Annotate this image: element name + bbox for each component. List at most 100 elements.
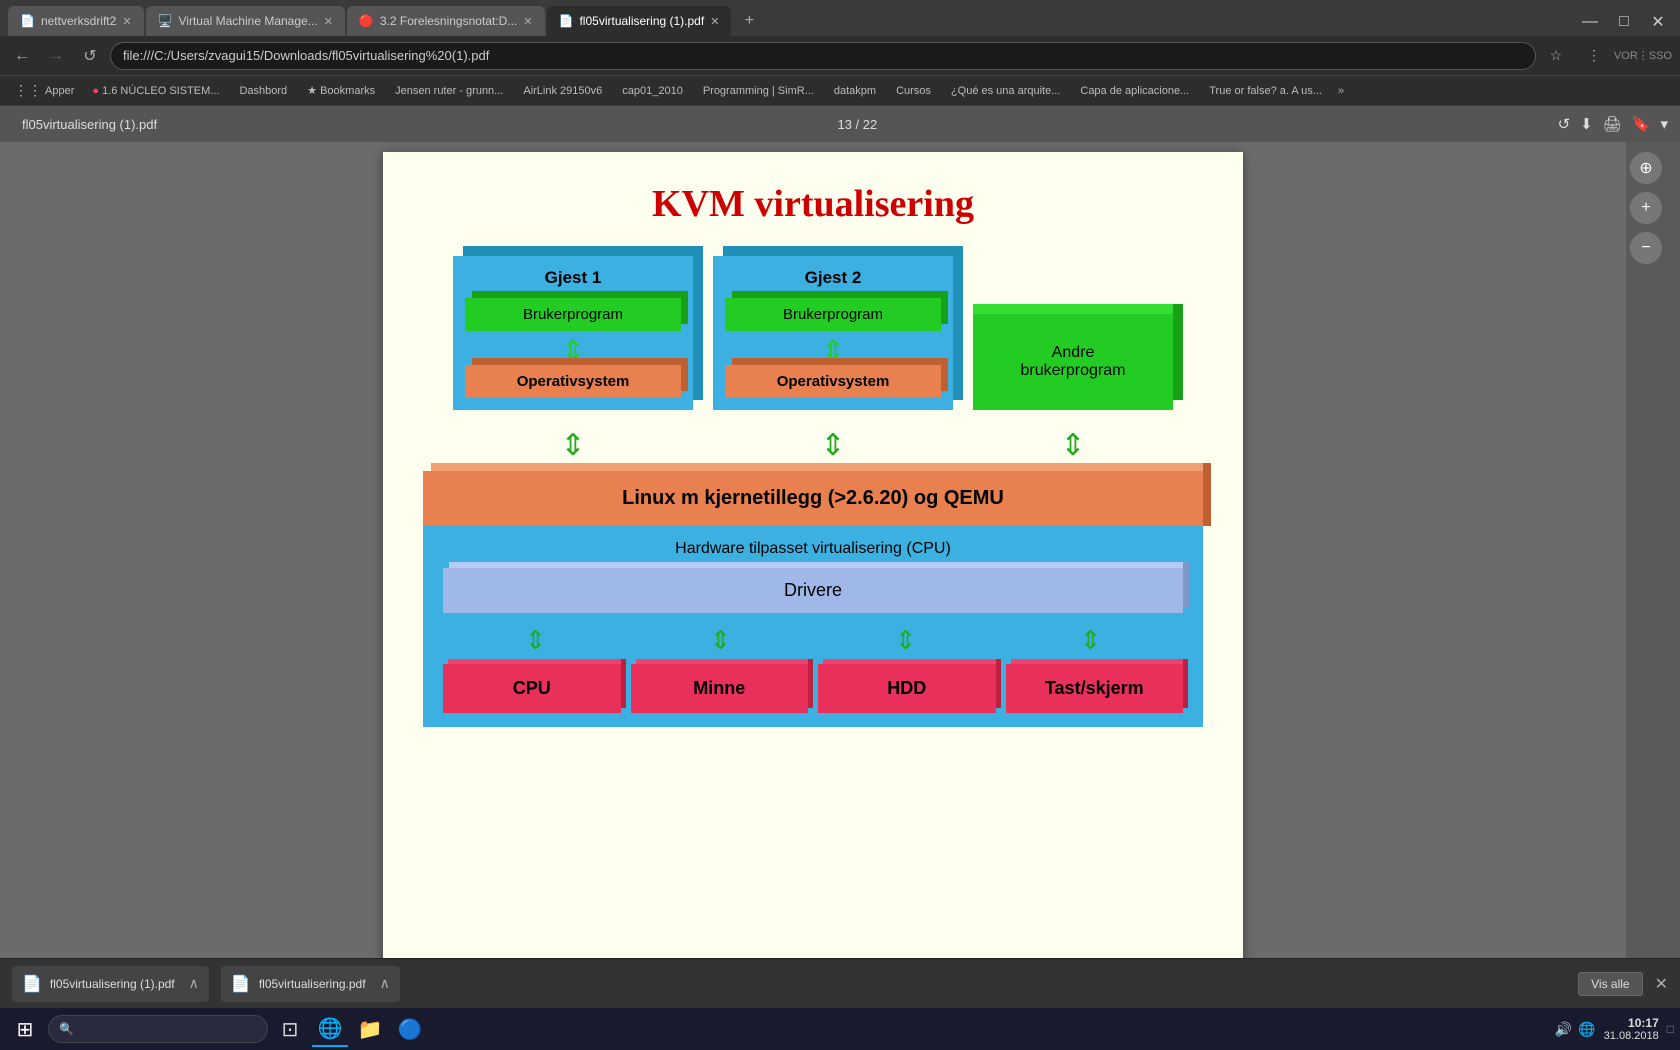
tab-favicon: 📄 bbox=[20, 14, 35, 28]
tab-close[interactable]: ✕ bbox=[523, 15, 532, 28]
scrollbar[interactable] bbox=[1666, 142, 1680, 958]
cast-icon[interactable]: ⋮ bbox=[1580, 42, 1608, 70]
tab-label: nettverksdrift2 bbox=[41, 14, 116, 28]
bookmark-star-icon[interactable]: ☆ bbox=[1542, 42, 1570, 70]
content-area: KVM virtualisering Gjest 1 bbox=[0, 142, 1680, 958]
zoom-in-button[interactable]: + bbox=[1630, 192, 1662, 224]
hw-arrow-hdd: ⇕ bbox=[895, 625, 917, 656]
date: 31.08.2018 bbox=[1604, 1030, 1659, 1042]
bookmark-arquitecte[interactable]: ¿Qué es una arquite... bbox=[943, 83, 1068, 99]
andre-face: Andrebrukerprogram bbox=[973, 314, 1173, 410]
tab-close[interactable]: ✕ bbox=[710, 15, 719, 28]
guest1-container: Gjest 1 Brukerprogram ⇕ bbox=[453, 256, 693, 410]
arrow-cell-2: ⇕ bbox=[713, 428, 953, 463]
hw-components-row: CPU Minne HDD Tast/skjerm bbox=[443, 664, 1183, 713]
bookmark-bookmarks[interactable]: ★ Bookmarks bbox=[299, 82, 383, 99]
new-tab-button[interactable]: + bbox=[733, 6, 765, 36]
download-name-1: fl05virtualisering (1).pdf bbox=[50, 977, 175, 991]
pdf-print-button[interactable]: 🖨 bbox=[1603, 115, 1622, 133]
taskbar-chrome[interactable]: 🌐 bbox=[312, 1011, 348, 1047]
guest1-brukerprogram: Brukerprogram bbox=[465, 298, 681, 331]
bookmarks-more[interactable]: » bbox=[1338, 85, 1344, 97]
tab-forelesning[interactable]: 🔴 3.2 Forelesningsnotat:D... ✕ bbox=[347, 6, 545, 36]
drivers-box: Drivere bbox=[443, 568, 1183, 613]
tab-virtual-machine[interactable]: 🖥️ Virtual Machine Manage... ✕ bbox=[146, 6, 345, 36]
bookmark-airlink[interactable]: AirLink 29150v6 bbox=[515, 83, 610, 99]
bookmark-icon: ● bbox=[92, 85, 99, 97]
reload-button[interactable]: ↺ bbox=[76, 42, 104, 70]
bookmark-datakpm[interactable]: datakpm bbox=[826, 83, 884, 99]
notification-button[interactable]: □ bbox=[1667, 1022, 1674, 1036]
linux-label: Linux m kjernetillegg (>2.6.20) og QEMU bbox=[622, 487, 1004, 509]
zoom-fit-button[interactable]: ⊕ bbox=[1630, 152, 1662, 184]
taskbar-time-display: 10:17 31.08.2018 bbox=[1604, 1016, 1659, 1042]
bookmark-cursos[interactable]: Cursos bbox=[888, 83, 939, 99]
browser-toolbar: ← → ↺ ☆ ⋮ VOR⋮SSO bbox=[0, 36, 1680, 76]
drivers-label: Drivere bbox=[784, 580, 842, 600]
star-icon: ★ bbox=[307, 85, 317, 97]
diagram-body: Gjest 1 Brukerprogram ⇕ bbox=[423, 256, 1203, 727]
pdf-icon-2: 📄 bbox=[231, 974, 251, 994]
bookmark-programming[interactable]: Programming | SimR... bbox=[695, 83, 822, 99]
page-indicator: 13 / 22 bbox=[837, 117, 877, 132]
download-item-2[interactable]: 📄 fl05virtualisering.pdf ∧ bbox=[221, 966, 400, 1002]
tab-close[interactable]: ✕ bbox=[122, 15, 131, 28]
pdf-menu-button[interactable]: ▾ bbox=[1660, 115, 1668, 133]
maximize-button[interactable]: □ bbox=[1610, 8, 1638, 36]
downloads-close-button[interactable]: ✕ bbox=[1655, 974, 1668, 994]
tab-favicon: 📄 bbox=[559, 14, 574, 28]
download-item-1[interactable]: 📄 fl05virtualisering (1).pdf ∧ bbox=[12, 966, 209, 1002]
bookmark-capa[interactable]: Capa de aplicacione... bbox=[1072, 83, 1197, 99]
hw-arrows-row: ⇕ ⇕ ⇕ ⇕ bbox=[443, 625, 1183, 656]
taskbar-search[interactable]: 🔍 bbox=[48, 1015, 268, 1043]
bookmark-dashbord[interactable]: Dashbord bbox=[231, 83, 295, 99]
taskbar: ⊞ 🔍 ⊡ 🌐 📁 🔵 🔊 🌐 10:17 31.08.2018 □ bbox=[0, 1008, 1680, 1050]
guest2-container: Gjest 2 Brukerprogram ⇕ Operativsystem bbox=[713, 256, 953, 410]
bookmark-cap01[interactable]: cap01_2010 bbox=[614, 83, 691, 99]
pdf-icon-1: 📄 bbox=[22, 974, 42, 994]
bookmark-label: Bookmarks bbox=[320, 85, 375, 97]
tab-bar: 📄 nettverksdrift2 ✕ 🖥️ Virtual Machine M… bbox=[0, 0, 1680, 36]
andre-top bbox=[973, 304, 1173, 314]
guest1-label: Gjest 1 bbox=[465, 268, 681, 288]
guest2-operativsystem: Operativsystem bbox=[725, 365, 941, 398]
hardware-title: Hardware tilpasset virtualisering (CPU) bbox=[443, 540, 1183, 558]
address-bar[interactable] bbox=[110, 42, 1536, 70]
close-button[interactable]: ✕ bbox=[1644, 8, 1672, 36]
guest2-box: Gjest 2 Brukerprogram ⇕ Operativsystem bbox=[713, 256, 953, 410]
network-icon[interactable]: 🌐 bbox=[1578, 1021, 1595, 1038]
arrow-cell-1: ⇕ bbox=[453, 428, 693, 463]
download-close-2[interactable]: ∧ bbox=[380, 975, 390, 992]
volume-icon[interactable]: 🔊 bbox=[1555, 1021, 1572, 1038]
pdf-reload-button[interactable]: ↺ bbox=[1558, 115, 1571, 133]
bookmark-true[interactable]: True or false? a. A us... bbox=[1201, 83, 1330, 99]
back-button[interactable]: ← bbox=[8, 42, 36, 70]
zoom-out-button[interactable]: − bbox=[1630, 232, 1662, 264]
start-button[interactable]: ⊞ bbox=[6, 1010, 44, 1048]
bookmark-nucleo[interactable]: ● 1.6 NÚCLEO SISTEM... bbox=[84, 83, 227, 99]
tab-favicon: 🖥️ bbox=[158, 14, 173, 28]
taskbar-right: 🔊 🌐 10:17 31.08.2018 □ bbox=[1555, 1016, 1674, 1042]
bookmark-jensen[interactable]: Jensen ruter - grunn... bbox=[387, 83, 511, 99]
g1-os-face: Operativsystem bbox=[465, 365, 681, 398]
tab-close[interactable]: ✕ bbox=[324, 15, 333, 28]
pdf-page: KVM virtualisering Gjest 1 bbox=[383, 152, 1243, 958]
taskbar-edge[interactable]: 🔵 bbox=[392, 1011, 428, 1047]
pdf-toolbar-right: ↺ ⬇ 🖨 🔖 ▾ bbox=[1558, 115, 1668, 133]
download-close-1[interactable]: ∧ bbox=[189, 975, 199, 992]
arrows-row: ⇕ ⇕ ⇕ bbox=[423, 428, 1203, 463]
apps-button[interactable]: ⋮⋮ Apper bbox=[8, 80, 80, 101]
hw-arrow-cpu: ⇕ bbox=[525, 625, 547, 656]
tab-nettverksdrift[interactable]: 📄 nettverksdrift2 ✕ bbox=[8, 6, 144, 36]
taskbar-folder[interactable]: 📁 bbox=[352, 1011, 388, 1047]
arrow-cell-3: ⇕ bbox=[973, 428, 1173, 463]
taskbar-task-view[interactable]: ⊡ bbox=[272, 1011, 308, 1047]
search-icon: 🔍 bbox=[59, 1022, 74, 1036]
forward-button[interactable]: → bbox=[42, 42, 70, 70]
minimize-button[interactable]: — bbox=[1576, 8, 1604, 36]
pdf-download-button[interactable]: ⬇ bbox=[1580, 115, 1593, 133]
pdf-viewer[interactable]: KVM virtualisering Gjest 1 bbox=[0, 142, 1626, 958]
pdf-bookmark-button[interactable]: 🔖 bbox=[1632, 115, 1651, 133]
tab-pdf-active[interactable]: 📄 fl05virtualisering (1).pdf ✕ bbox=[547, 6, 732, 36]
vis-alle-button[interactable]: Vis alle bbox=[1578, 972, 1642, 996]
